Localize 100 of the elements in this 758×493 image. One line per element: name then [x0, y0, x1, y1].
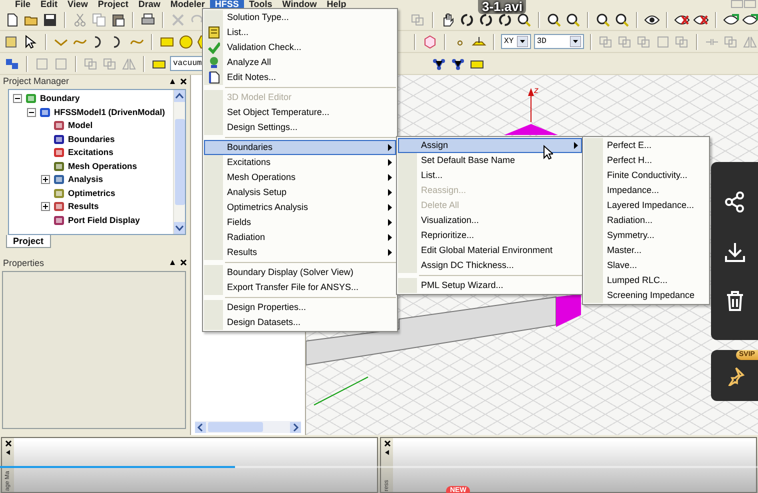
- box-top-face: [504, 124, 558, 135]
- menu-item[interactable]: PML Setup Wizard...: [398, 278, 582, 293]
- tree-node-icon: [53, 174, 65, 186]
- expander-icon[interactable]: [41, 175, 50, 184]
- menu-bar-item[interactable]: File: [10, 0, 36, 9]
- z-axis: [528, 88, 534, 122]
- share-icon[interactable]: [724, 190, 746, 213]
- scroll-up-icon[interactable]: [174, 90, 185, 102]
- tree-node-icon: [25, 93, 37, 104]
- zoom-icon[interactable]: [516, 12, 532, 28]
- tree-node-icon: [53, 134, 65, 145]
- menu-item[interactable]: Finite Conductivity...: [584, 168, 708, 183]
- scroll-left-icon[interactable]: [195, 422, 206, 432]
- scroll-right-icon[interactable]: [290, 422, 301, 432]
- analyze-icon: [208, 56, 220, 69]
- menu-bar-item[interactable]: Help: [322, 0, 352, 9]
- tree-item-label[interactable]: Boundaries: [68, 132, 115, 146]
- expander-icon[interactable]: [27, 108, 36, 117]
- rotate-icon[interactable]: [459, 12, 475, 28]
- menu-item[interactable]: Perfect H...: [584, 153, 708, 168]
- menu-item[interactable]: Boundary Display (Solver View): [204, 265, 396, 280]
- panel-title: Project Manager: [3, 75, 70, 87]
- menu-item[interactable]: Perfect E...: [584, 138, 708, 153]
- tree-node-icon: [39, 106, 51, 118]
- menu-item[interactable]: Layered Impedance...: [584, 198, 708, 213]
- menu-item[interactable]: Assign: [398, 138, 582, 153]
- save-icon[interactable]: [42, 12, 58, 28]
- menu-bar-item[interactable]: Draw: [133, 0, 166, 9]
- zoom-icon[interactable]: [565, 12, 581, 28]
- eye-arrow-icon[interactable]: [742, 12, 758, 28]
- scrollbar-thumb[interactable]: [174, 119, 184, 205]
- menu-item[interactable]: Lumped RLC...: [584, 273, 708, 288]
- tree-item-label[interactable]: Optimetrics: [68, 186, 116, 200]
- tree-item-label[interactable]: Boundary: [40, 92, 80, 106]
- menu-item[interactable]: Solution Type...: [204, 10, 396, 25]
- close-icon[interactable]: [180, 78, 187, 84]
- plane-dropdown[interactable]: XY: [501, 34, 531, 49]
- scroll-down-icon[interactable]: [174, 222, 185, 234]
- dropdown-arrow-icon: [570, 36, 582, 47]
- close-icon[interactable]: [180, 259, 187, 266]
- close-icon[interactable]: [4, 440, 12, 447]
- checkmark-icon: [208, 41, 220, 54]
- menu-item[interactable]: Export Transfer File for ANSYS...: [204, 280, 396, 295]
- tree-node-icon: [53, 201, 65, 212]
- menu-item[interactable]: Visualization...: [398, 213, 582, 228]
- menu-item[interactable]: Design Settings...: [204, 120, 396, 135]
- circle-icon[interactable]: [178, 34, 194, 50]
- menu-item[interactable]: Boundaries: [204, 140, 396, 155]
- menu-bar-item[interactable]: Project: [92, 0, 134, 9]
- menu-item[interactable]: List...: [204, 25, 396, 40]
- download-icon[interactable]: [724, 242, 744, 262]
- panel-title: Properties: [3, 256, 44, 268]
- menu-item[interactable]: Set Default Base Name: [398, 153, 582, 168]
- rotate-icon[interactable]: [478, 12, 494, 28]
- menu-bar-item[interactable]: Edit: [36, 0, 63, 9]
- menu-item[interactable]: Reprioritize...: [398, 228, 582, 243]
- menu-item[interactable]: Results: [204, 245, 396, 260]
- menu-item[interactable]: Slave...: [584, 258, 708, 273]
- project-tab[interactable]: Project: [6, 235, 51, 248]
- tree-item-label[interactable]: Port Field Display: [68, 214, 140, 227]
- menu-item[interactable]: Assign DC Thickness...: [398, 258, 582, 273]
- scrollbar-thumb[interactable]: [208, 422, 263, 432]
- menu-item[interactable]: Screening Impedance: [584, 288, 708, 303]
- trash-icon[interactable]: [726, 291, 744, 312]
- tree-node-icon: [53, 147, 65, 158]
- zoom-icon[interactable]: [595, 12, 611, 28]
- pointer-help-icon[interactable]: [23, 34, 39, 50]
- list-icon: [208, 26, 220, 39]
- menu-bar-item[interactable]: View: [62, 0, 93, 9]
- tree-node-icon: [53, 160, 65, 172]
- tree-item-label[interactable]: Results: [68, 200, 99, 214]
- tree-item-label[interactable]: Excitations: [68, 146, 114, 160]
- menu-item[interactable]: Symmetry...: [584, 228, 708, 243]
- expander-icon[interactable]: [13, 94, 22, 104]
- menu-item[interactable]: Impedance...: [584, 183, 708, 198]
- tree-item-label[interactable]: Analysis: [68, 173, 103, 186]
- notes-icon: [208, 71, 220, 84]
- eye-arrow-icon[interactable]: [723, 12, 739, 28]
- zoom-icon[interactable]: [546, 12, 562, 28]
- close-icon[interactable]: [384, 440, 390, 447]
- menu-bar-item[interactable]: Window: [277, 0, 322, 9]
- menu-item[interactable]: Edit Notes...: [204, 70, 396, 85]
- expander-icon[interactable]: [41, 202, 50, 212]
- menu-item[interactable]: Design Properties...: [204, 300, 396, 315]
- printer-icon[interactable]: [140, 12, 156, 28]
- tree-item-label[interactable]: Model: [68, 119, 93, 132]
- tree-item-label[interactable]: HFSSModel1 (DrivenModal): [54, 106, 165, 119]
- menu-item[interactable]: Validation Check...: [204, 40, 396, 55]
- menu-item[interactable]: List...: [398, 168, 582, 183]
- rotate-icon[interactable]: [497, 12, 513, 28]
- view-dropdown[interactable]: 3D: [534, 34, 584, 49]
- menu-item[interactable]: Master...: [584, 243, 708, 258]
- tree-item-label[interactable]: Mesh Operations: [68, 160, 137, 173]
- paste-icon[interactable]: [110, 12, 126, 28]
- menu-bar-item[interactable]: Modeler: [165, 0, 210, 9]
- menu-item[interactable]: Edit Global Material Environment: [398, 243, 582, 258]
- menu-bar-item[interactable]: Tools: [244, 0, 278, 9]
- zoom-icon[interactable]: [614, 12, 630, 28]
- tree-node-icon: [53, 214, 65, 226]
- menu-item[interactable]: Radiation...: [584, 213, 708, 228]
